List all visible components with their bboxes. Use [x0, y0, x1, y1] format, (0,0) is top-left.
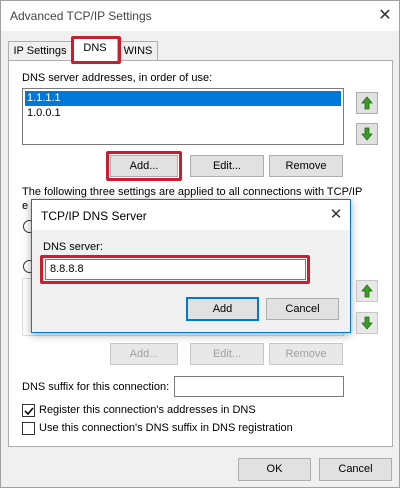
- use-suffix-label: Use this connection's DNS suffix in DNS …: [39, 422, 293, 434]
- dns-servers-label: DNS server addresses, in order of use:: [22, 72, 213, 84]
- button-label: Edit...: [212, 348, 242, 360]
- close-icon[interactable]: ✕: [325, 204, 347, 226]
- move-up-button[interactable]: [356, 92, 378, 114]
- move-down-button[interactable]: [356, 123, 378, 145]
- dns-server-dialog: TCP/IP DNS Server ✕ DNS server: 8.8.8.8 …: [31, 199, 351, 333]
- tab-wins[interactable]: WINS: [118, 41, 158, 61]
- tab-label: WINS: [123, 45, 153, 57]
- suffix-edit-button[interactable]: Edit...: [190, 343, 264, 365]
- cancel-button[interactable]: Cancel: [319, 458, 392, 481]
- button-label: Add...: [129, 348, 159, 360]
- arrow-up-icon: [361, 96, 373, 110]
- button-label: Remove: [285, 348, 327, 360]
- dns-remove-button[interactable]: Remove: [269, 155, 343, 177]
- dns-server-list[interactable]: 1.1.1.1 1.0.0.1: [22, 88, 344, 145]
- list-item-text: 1.1.1.1: [27, 92, 61, 104]
- tab-dns-highlight: [71, 36, 121, 64]
- button-label: Edit...: [212, 160, 242, 172]
- input-highlight: [40, 255, 310, 284]
- window-titlebar: Advanced TCP/IP Settings ✕: [1, 1, 399, 31]
- list-item[interactable]: 1.1.1.1: [25, 91, 341, 106]
- button-label: Add: [212, 303, 233, 315]
- ok-button[interactable]: OK: [238, 458, 311, 481]
- dns-suffix-label: DNS suffix for this connection:: [22, 381, 170, 393]
- advanced-tcpip-window: Advanced TCP/IP Settings ✕ IP Settings D…: [0, 0, 400, 488]
- button-label: Cancel: [338, 463, 373, 475]
- list-item-text: 1.0.0.1: [27, 107, 61, 119]
- window-title: Advanced TCP/IP Settings: [10, 9, 152, 23]
- close-icon[interactable]: ✕: [374, 5, 396, 27]
- button-label: Cancel: [285, 303, 320, 315]
- register-checkbox[interactable]: [22, 404, 35, 417]
- dns-server-field-label: DNS server:: [43, 241, 103, 253]
- list-item[interactable]: 1.0.0.1: [25, 106, 341, 121]
- dialog-title: TCP/IP DNS Server: [41, 209, 147, 223]
- tab-ip-settings[interactable]: IP Settings: [8, 41, 72, 61]
- dialog-cancel-button[interactable]: Cancel: [266, 298, 339, 320]
- button-label: Remove: [285, 160, 327, 172]
- dialog-titlebar: TCP/IP DNS Server ✕: [32, 200, 350, 230]
- dns-suffix-input[interactable]: [174, 376, 344, 397]
- suffix-move-up-button[interactable]: [356, 280, 378, 302]
- suffix-move-down-button[interactable]: [356, 312, 378, 334]
- dns-edit-button[interactable]: Edit...: [190, 155, 264, 177]
- suffix-add-button[interactable]: Add...: [110, 343, 178, 365]
- register-label: Register this connection's addresses in …: [39, 404, 256, 416]
- arrow-down-icon: [361, 127, 373, 141]
- arrow-up-icon: [361, 284, 373, 298]
- tab-label: IP Settings: [13, 45, 67, 57]
- use-suffix-checkbox[interactable]: [22, 422, 35, 435]
- dialog-add-button[interactable]: Add: [186, 297, 259, 321]
- checkmark-icon: [23, 406, 34, 415]
- info-text-continued: e: [22, 200, 29, 212]
- suffix-remove-button[interactable]: Remove: [269, 343, 343, 365]
- arrow-down-icon: [361, 316, 373, 330]
- info-text: The following three settings are applied…: [22, 186, 363, 198]
- button-label: OK: [266, 463, 283, 475]
- add-button-highlight: [106, 151, 182, 181]
